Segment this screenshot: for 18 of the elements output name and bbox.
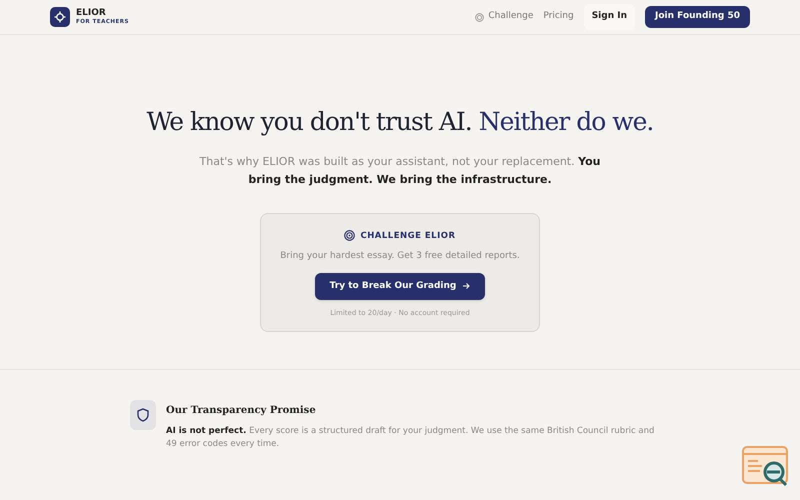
promise-text: AI is not perfect. Every score is a structured draft for your judgment. We use the same British Council rubric and 49 error codes every time. <box>166 425 656 451</box>
break-grading-button[interactable]: Try to Break Our Grading <box>314 272 486 300</box>
nav-link[interactable]: Challenge <box>488 10 534 24</box>
target-icon <box>344 230 356 242</box>
logo-icon[interactable] <box>50 7 70 27</box>
challenge-heading: CHALLENGE ELIOR <box>360 230 456 242</box>
hero-subtitle: That's why ELIOR was built as your assistant, not your replacement. You bring the judgment. We bring the infrastructure. <box>198 154 602 188</box>
challenge-text: Bring your hardest essay. Get 3 free detailed reports. <box>280 250 520 264</box>
arrow-icon <box>462 282 470 290</box>
sign-in-button[interactable]: Sign In <box>584 4 636 30</box>
shield-icon <box>130 400 156 430</box>
search-document-icon[interactable] <box>741 445 791 489</box>
brand-name: ELIOR <box>76 8 107 18</box>
join-button[interactable]: Join Founding 50 <box>645 6 750 28</box>
promise-title: Our Transparency Promise <box>166 404 317 418</box>
nav-link[interactable]: Pricing <box>543 10 574 24</box>
hero-title: We know you don't trust AI. Neither do we. <box>146 106 654 138</box>
target-icon <box>475 12 484 22</box>
